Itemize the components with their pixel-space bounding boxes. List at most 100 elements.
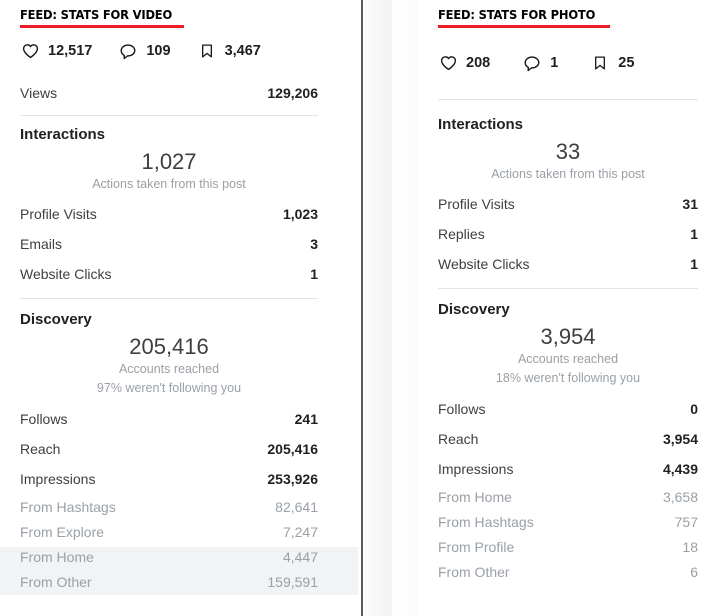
row-label: Website Clicks xyxy=(20,266,112,282)
likes-count-photo: 208 xyxy=(466,55,490,71)
row-value: 82,641 xyxy=(275,499,318,515)
row-value: 3 xyxy=(310,236,318,252)
row-label: Follows xyxy=(438,401,485,417)
engagement-comments-video[interactable]: 109 xyxy=(118,41,170,61)
views-label: Views xyxy=(20,85,57,101)
table-row: Reach 3,954 xyxy=(438,424,698,454)
row-value: 4,447 xyxy=(283,549,318,565)
row-value: 6 xyxy=(690,564,698,580)
row-value: 3,954 xyxy=(663,431,698,447)
table-row: Profile Visits 31 xyxy=(438,189,698,219)
row-label: From Home xyxy=(438,489,512,505)
row-value: 159,591 xyxy=(267,574,318,590)
likes-count-video: 12,517 xyxy=(48,43,92,59)
engagement-likes-video[interactable]: 12,517 xyxy=(20,41,92,61)
discovery-following-caption-photo: 18% weren't following you xyxy=(438,368,698,388)
views-value: 129,206 xyxy=(267,85,318,101)
bookmark-icon xyxy=(590,53,610,73)
row-label: Website Clicks xyxy=(438,256,530,272)
engagement-saves-video[interactable]: 3,467 xyxy=(197,41,261,61)
panel-photo-stats: FEED: STATS FOR PHOTO 208 1 xyxy=(418,0,727,616)
row-value: 31 xyxy=(682,196,698,212)
table-row: From Other 6 xyxy=(438,559,698,584)
spacer xyxy=(20,64,318,78)
row-label: Profile Visits xyxy=(20,206,97,222)
comments-count-photo: 1 xyxy=(550,55,558,71)
row-label: From Explore xyxy=(20,524,104,540)
discovery-following-caption-video: 97% weren't following you xyxy=(20,378,318,398)
comment-icon xyxy=(522,53,542,73)
interactions-heading-photo: Interactions xyxy=(438,116,698,133)
row-label: Reach xyxy=(20,441,60,457)
row-value: 4,439 xyxy=(663,461,698,477)
engagement-comments-photo[interactable]: 1 xyxy=(522,53,558,73)
interactions-heading-video: Interactions xyxy=(20,126,318,143)
engagement-row-photo: 208 1 25 xyxy=(438,50,698,76)
row-value: 241 xyxy=(295,411,318,427)
discovery-total-photo: 3,954 xyxy=(438,324,698,350)
engagement-saves-photo[interactable]: 25 xyxy=(590,53,634,73)
table-row: From Profile 18 xyxy=(438,534,698,559)
row-value: 0 xyxy=(690,401,698,417)
row-label: From Hashtags xyxy=(20,499,116,515)
row-label: Emails xyxy=(20,236,62,252)
discovery-caption-video: Accounts reached xyxy=(20,360,318,378)
insights-comparison-view: FEED: STATS FOR VIDEO 12,517 109 xyxy=(0,0,727,616)
table-row: Website Clicks 1 xyxy=(438,249,698,279)
divider-after-views xyxy=(20,115,318,116)
saves-count-video: 3,467 xyxy=(225,43,261,59)
engagement-likes-photo[interactable]: 208 xyxy=(438,53,490,73)
row-label: Profile Visits xyxy=(438,196,515,212)
discovery-total-video: 205,416 xyxy=(20,334,318,360)
row-label: Impressions xyxy=(438,461,513,477)
interactions-total-photo: 33 xyxy=(438,139,698,165)
row-label: Replies xyxy=(438,226,485,242)
page-title-photo: FEED: STATS FOR PHOTO xyxy=(438,8,595,22)
table-row: From Home 3,658 xyxy=(438,484,698,509)
row-label: From Other xyxy=(20,574,92,590)
row-label: Impressions xyxy=(20,471,95,487)
row-value: 18 xyxy=(682,539,698,555)
row-label: From Profile xyxy=(438,539,514,555)
saves-count-photo: 25 xyxy=(618,55,634,71)
row-value: 1,023 xyxy=(283,206,318,222)
row-value: 205,416 xyxy=(267,441,318,457)
row-value: 3,658 xyxy=(663,489,698,505)
panel-title-block-photo: FEED: STATS FOR PHOTO xyxy=(438,0,698,28)
table-row: Website Clicks 1 xyxy=(20,259,318,289)
discovery-rows-video: Follows 241 Reach 205,416 Impressions 25… xyxy=(20,404,318,594)
panel-divider xyxy=(358,0,418,616)
row-value: 757 xyxy=(675,514,698,530)
heart-icon xyxy=(438,53,458,73)
table-row: Follows 241 xyxy=(20,404,318,434)
table-row: From Home 4,447 xyxy=(20,544,318,569)
discovery-caption-photo: Accounts reached xyxy=(438,350,698,368)
table-row: Replies 1 xyxy=(438,219,698,249)
row-label: From Home xyxy=(20,549,94,565)
table-row: From Hashtags 82,641 xyxy=(20,494,318,519)
row-label: Follows xyxy=(20,411,67,427)
table-row: From Other 159,591 xyxy=(20,569,318,594)
views-row: Views 129,206 xyxy=(20,78,318,108)
divider-after-interactions xyxy=(20,298,318,299)
heart-icon xyxy=(20,41,40,61)
row-label: From Other xyxy=(438,564,510,580)
discovery-heading-video: Discovery xyxy=(20,311,318,328)
row-value: 1 xyxy=(690,226,698,242)
table-row: Profile Visits 1,023 xyxy=(20,199,318,229)
bookmark-icon xyxy=(197,41,217,61)
row-value: 253,926 xyxy=(267,471,318,487)
discovery-heading-photo: Discovery xyxy=(438,301,698,318)
page-title-video: FEED: STATS FOR VIDEO xyxy=(20,8,172,22)
row-label: Reach xyxy=(438,431,478,447)
title-underline-video xyxy=(20,25,184,28)
divider-after-interactions-photo xyxy=(438,288,698,289)
title-underline-photo xyxy=(438,25,610,28)
row-value: 7,247 xyxy=(283,524,318,540)
table-row: From Hashtags 757 xyxy=(438,509,698,534)
row-label: From Hashtags xyxy=(438,514,534,530)
row-value: 1 xyxy=(690,256,698,272)
divider-line xyxy=(361,0,363,616)
table-row: Impressions 253,926 xyxy=(20,464,318,494)
table-row: From Explore 7,247 xyxy=(20,519,318,544)
